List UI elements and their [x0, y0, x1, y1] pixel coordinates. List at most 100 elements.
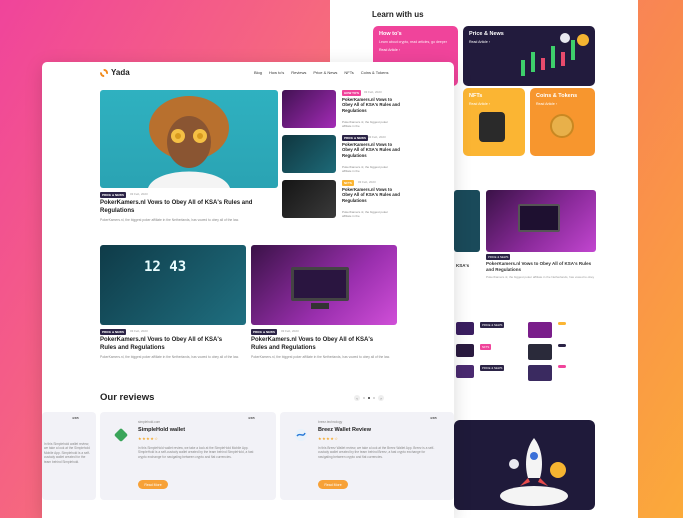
side-article-image[interactable]	[282, 135, 336, 173]
reviews-title: Our reviews	[100, 392, 155, 403]
nft-illustration	[479, 112, 505, 142]
card-nfts-link[interactable]: Read Article ›	[469, 102, 519, 106]
prev-arrow-icon[interactable]: ‹	[354, 395, 360, 401]
hero-excerpt: PokerKamers.nl, the biggest poker affili…	[100, 218, 239, 222]
side-tag: HOW TO'S	[342, 90, 361, 96]
bottom-excerpt: PokerKamers.nl, the biggest poker affili…	[251, 355, 390, 359]
back-list-thumb	[456, 322, 474, 335]
back-list-thumb	[456, 344, 474, 357]
nav-item-coins-tokens[interactable]: Coins & Tokens	[361, 70, 389, 75]
card-coins-tokens[interactable]: Coins & Tokens Read Article ›	[530, 88, 595, 156]
side-excerpt: PokerKamers.nl, the biggest poker affili…	[342, 120, 389, 129]
pager-dot[interactable]	[363, 397, 365, 399]
back-list-tag-mark	[558, 365, 566, 368]
back-list-tag-mark	[558, 344, 566, 347]
hero-tag: PRICE & NEWS	[100, 192, 127, 198]
nav-item-reviews[interactable]: Reviews	[291, 70, 306, 75]
nav-item-blog[interactable]: Blog	[254, 70, 262, 75]
side-tag: NFTS	[342, 180, 354, 186]
breez-logo-icon	[295, 429, 307, 441]
side-date: 03 Feb, 2023	[358, 180, 376, 184]
card-howtos-link[interactable]: Read Article ›	[379, 48, 452, 52]
card-nfts[interactable]: NFTs Read Article ›	[463, 88, 525, 156]
back-thumb-left	[454, 190, 480, 252]
back-list-thumb	[528, 344, 552, 360]
main-nav: Blog How to's Reviews Price & News NFTs …	[254, 70, 388, 75]
back-list-tag: PRICE & NEWS	[480, 322, 505, 328]
side-excerpt: PokerKamers.nl, the biggest poker affili…	[342, 210, 389, 219]
bottom-headline[interactable]: PokerKamers.nl Vows to Obey All of KSA's…	[251, 337, 391, 352]
side-date: 03 Feb, 2023	[364, 90, 382, 94]
side-headline[interactable]: PokerKamers.nl Vows to Obey All of KSA's…	[342, 142, 402, 158]
site-logo[interactable]: Yada	[100, 68, 130, 77]
side-date: 03 Feb, 2023	[368, 135, 386, 139]
pager-dot-active[interactable]	[368, 397, 370, 399]
read-more-button[interactable]: Read More	[318, 480, 348, 489]
pager-dot[interactable]	[373, 397, 375, 399]
review-site: breez.technology	[318, 420, 343, 424]
coin-illustration	[550, 114, 574, 138]
bottom-article-image[interactable]	[251, 245, 397, 325]
card-howtos-title: How to's	[379, 31, 402, 37]
card-price-news[interactable]: Price & News Read Article ›	[463, 26, 595, 86]
next-arrow-icon[interactable]: ›	[378, 395, 384, 401]
rocket-illustration	[500, 438, 568, 506]
read-more-button[interactable]: Read More	[138, 480, 168, 489]
review-text: In this Breez Wallet review, we take a l…	[318, 446, 435, 459]
bottom-tag: PRICE & NEWS	[251, 329, 278, 335]
side-excerpt: PokerKamers.nl, the biggest poker affili…	[342, 165, 389, 174]
back-article-fragment: KSA's	[456, 263, 470, 268]
bottom-date: 03 Feb, 2023	[281, 329, 299, 333]
bottom-date: 03 Feb, 2023	[130, 329, 148, 333]
side-article-image[interactable]	[282, 90, 336, 128]
candlestick-illustration	[521, 33, 589, 76]
review-stars: ★★★★☆	[318, 436, 339, 441]
hero-person-illustration	[148, 96, 230, 188]
nav-item-howtos[interactable]: How to's	[269, 70, 284, 75]
back-list-thumb	[528, 365, 552, 381]
front-page-preview: Yada Blog How to's Reviews Price & News …	[42, 62, 454, 518]
side-article-image[interactable]	[282, 180, 336, 218]
review-site: simplehold.com	[138, 420, 161, 424]
clock-display: 12 43	[144, 259, 187, 275]
card-coins-tokens-title: Coins & Tokens	[536, 93, 578, 99]
back-list-tag-mark	[558, 322, 566, 325]
side-headline[interactable]: PokerKamers.nl Vows to Obey All of KSA's…	[342, 187, 402, 203]
learn-section-title: Learn with us	[372, 10, 424, 19]
reviews-pager: ‹ ›	[354, 395, 384, 401]
side-headline[interactable]: PokerKamers.nl Vows to Obey All of KSA's…	[342, 97, 402, 113]
logo-text: Yada	[111, 68, 130, 77]
side-tag: PRICE & NEWS	[342, 135, 369, 141]
nav-item-nfts[interactable]: NFTs	[344, 70, 353, 75]
hero-image[interactable]	[100, 90, 278, 188]
bottom-headline[interactable]: PokerKamers.nl Vows to Obey All of KSA's…	[100, 337, 240, 352]
card-coins-tokens-link[interactable]: Read Article ›	[536, 102, 589, 106]
bottom-article-image[interactable]: 12 43	[100, 245, 246, 325]
review-card-breez[interactable]: 4.5/5 breez.technology Breez Wallet Revi…	[280, 412, 454, 500]
bottom-excerpt: PokerKamers.nl, the biggest poker affili…	[100, 355, 239, 359]
card-howtos-sub: Learn about crypto, read articles, go de…	[379, 40, 447, 44]
review-card-partial[interactable]: 4.5/5 In this Simplehold wallet review, …	[42, 412, 96, 500]
back-article-headline[interactable]: PokerKamers.nl Vows to Obey All of KSA's…	[486, 261, 596, 273]
back-list-thumb	[528, 322, 552, 338]
review-rating: 4.5/5	[248, 416, 255, 420]
back-article-image[interactable]	[486, 190, 596, 252]
review-rating: 4.5/5	[72, 416, 79, 420]
hero-headline[interactable]: PokerKamers.nl Vows to Obey All of KSA's…	[100, 200, 270, 215]
back-article-excerpt: PokerKamers.nl, the biggest poker affili…	[486, 275, 595, 279]
review-name[interactable]: Breez Wallet Review	[318, 427, 371, 433]
review-name[interactable]: SimpleHold wallet	[138, 427, 185, 433]
back-article-tag: PRICE & NEWS	[486, 254, 511, 260]
promo-banner	[454, 420, 595, 510]
simplehold-logo-icon	[114, 428, 128, 442]
back-list-thumb	[456, 365, 474, 378]
review-stars: ★★★★☆	[138, 436, 159, 441]
logo-icon	[100, 68, 108, 77]
back-list-tag: PRICE & NEWS	[480, 365, 505, 371]
back-list-tag: NFTS	[480, 344, 492, 350]
card-nfts-title: NFTs	[469, 93, 483, 99]
review-card-simplehold[interactable]: 4.5/5 simplehold.com SimpleHold wallet ★…	[100, 412, 276, 500]
hero-date: 03 Feb, 2023	[130, 192, 148, 196]
bottom-tag: PRICE & NEWS	[100, 329, 127, 335]
nav-item-price-news[interactable]: Price & News	[313, 70, 337, 75]
